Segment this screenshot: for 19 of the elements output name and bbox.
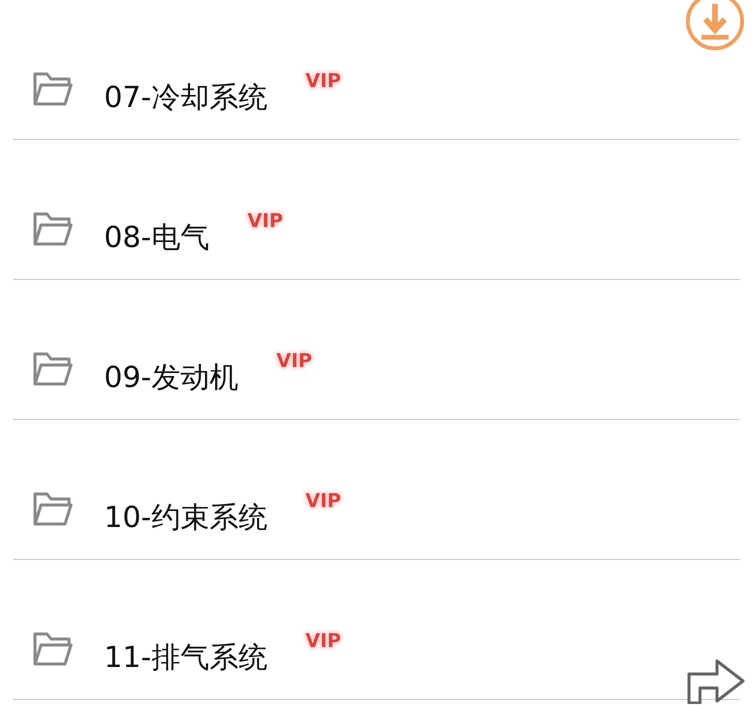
folder-icon bbox=[33, 490, 73, 528]
folder-row[interactable]: 09-发动机 VIP bbox=[13, 280, 740, 420]
vip-label: VIP bbox=[305, 490, 342, 512]
folder-name: 08-电气 bbox=[104, 220, 210, 254]
vip-label: VIP bbox=[305, 630, 342, 652]
vip-label: VIP bbox=[247, 210, 284, 232]
vip-label: VIP bbox=[305, 70, 342, 92]
folder-icon bbox=[33, 630, 73, 668]
vip-label: VIP bbox=[276, 350, 312, 372]
folder-row[interactable]: 07-冷却系统 VIP bbox=[13, 0, 740, 140]
folder-icon bbox=[33, 350, 73, 388]
folder-name: 11-排气系统 bbox=[104, 640, 268, 674]
folder-name: 07-冷却系统 bbox=[104, 80, 268, 114]
folder-name: 09-发动机 bbox=[104, 360, 238, 394]
folder-name: 10-约束系统 bbox=[104, 500, 268, 534]
folder-icon bbox=[33, 210, 73, 248]
folder-row[interactable]: 10-约束系统 VIP bbox=[13, 420, 740, 560]
folder-icon bbox=[33, 70, 73, 108]
folder-row[interactable]: 08-电气 VIP bbox=[13, 140, 740, 280]
